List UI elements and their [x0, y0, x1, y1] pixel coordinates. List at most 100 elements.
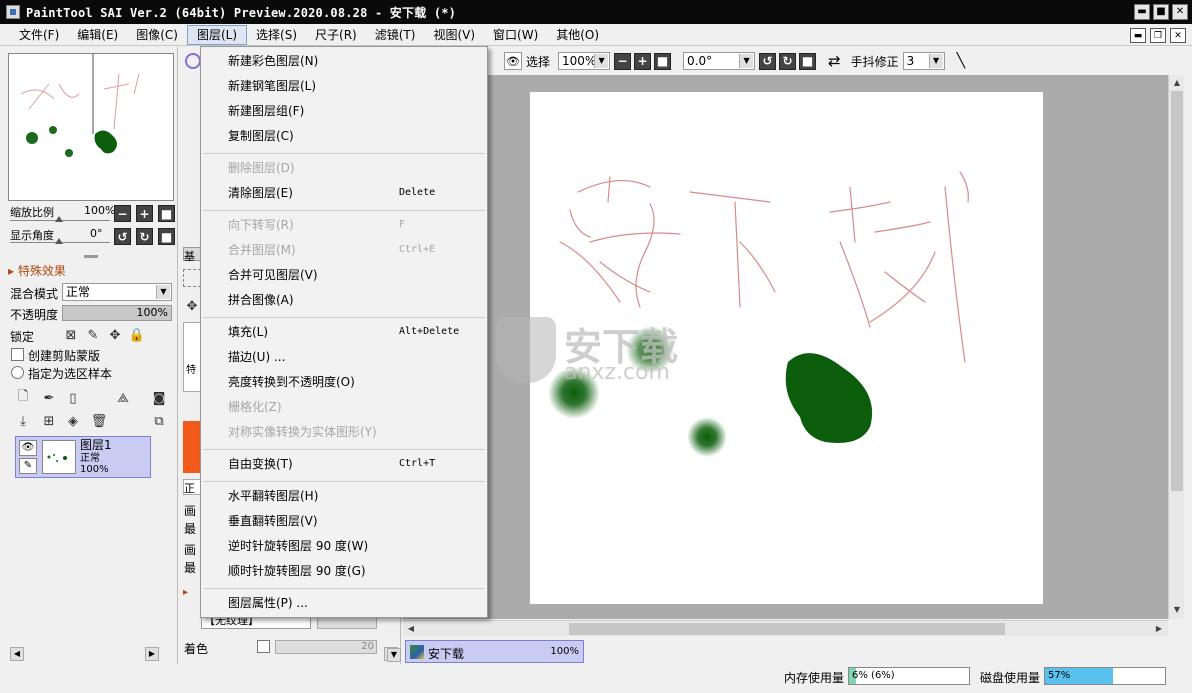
copy-layer-icon[interactable]: ⊞ [40, 412, 58, 430]
color-checkbox[interactable] [257, 640, 270, 653]
mask-icon[interactable]: ◙ [150, 389, 168, 407]
menuitem-flip-vertical[interactable]: 垂直翻转图层(V) [201, 510, 487, 532]
opacity-slider[interactable]: 100% [62, 305, 172, 321]
eye-icon[interactable]: 👁 [504, 52, 522, 70]
trash-icon[interactable]: 🗑 [90, 412, 108, 430]
clear-layer-icon[interactable]: ◈ [64, 412, 82, 430]
zoom-reset-button[interactable]: ■ [158, 205, 175, 222]
zoom-slider-thumb[interactable] [55, 216, 63, 222]
menu-ruler[interactable]: 尺子(R) [306, 25, 366, 45]
color-swatch[interactable] [183, 421, 201, 473]
zoom-select[interactable]: 100% ▼ [558, 52, 611, 70]
horizontal-scrollbar[interactable]: ◀ ▶ [403, 620, 1168, 636]
vertical-scrollbar[interactable]: ▲ ▼ [1168, 75, 1184, 619]
zoom-reset-button[interactable]: ■ [654, 52, 672, 70]
new-pen-layer-icon[interactable]: ✒ [40, 389, 58, 407]
maximize-button[interactable]: ■ [1153, 4, 1169, 20]
selection-sample-radio[interactable] [11, 366, 24, 379]
menu-filter[interactable]: 滤镜(T) [366, 25, 425, 45]
menu-select[interactable]: 选择(S) [247, 25, 306, 45]
menu-other[interactable]: 其他(O) [547, 25, 608, 45]
effects-header[interactable]: ▸ 特殊效果 [8, 262, 66, 279]
document-tab[interactable]: 安下载 100% [405, 640, 584, 663]
symmetry-icon[interactable]: ⟁ [114, 389, 132, 407]
color-slider[interactable]: 20 [275, 640, 377, 654]
lock-transparency-icon[interactable]: ⊠ [62, 326, 80, 344]
doc-list-toggle-icon[interactable]: ▼ [387, 648, 401, 662]
rotate-cw-button[interactable]: ↻ [779, 52, 797, 70]
mdi-restore-icon[interactable]: ❐ [1150, 28, 1166, 43]
angle-slider-thumb[interactable] [55, 238, 63, 244]
stabilizer-select[interactable]: 3 ▼ [902, 52, 945, 70]
lock-move-icon[interactable]: ✥ [106, 326, 124, 344]
menuitem-new-color-layer[interactable]: 新建彩色图层(N) [201, 50, 487, 72]
flip-horizontal-icon[interactable]: ⇄ [828, 52, 841, 70]
canvas-paper[interactable]: 安下载 anxz.com [496, 92, 1043, 604]
mdi-close-icon[interactable]: ✕ [1170, 28, 1186, 43]
expand-arrow-icon[interactable]: ▸ [183, 587, 188, 598]
brush-mode-partial[interactable]: 正 [183, 479, 201, 495]
pen-icon[interactable]: ✎ [19, 458, 37, 474]
zoom-in-button[interactable]: + [634, 52, 652, 70]
blend-mode-select[interactable]: 正常 ▼ [62, 283, 172, 301]
scroll-down-icon[interactable]: ▼ [1170, 603, 1184, 617]
angle-select[interactable]: 0.0° ▼ [683, 52, 756, 70]
menu-file[interactable]: 文件(F) [10, 25, 68, 45]
zoom-out-button[interactable]: − [614, 52, 632, 70]
menuitem-fill[interactable]: 填充(L) Alt+Delete [201, 321, 487, 343]
scroll-left-icon[interactable]: ◀ [10, 647, 24, 661]
menuitem-new-pen-layer[interactable]: 新建钢笔图层(L) [201, 75, 487, 97]
tab-partial[interactable]: 基 [183, 247, 201, 263]
menu-view[interactable]: 视图(V) [424, 25, 484, 45]
mdi-minimize-icon[interactable]: ▬ [1130, 28, 1146, 43]
zoom-in-button[interactable]: + [136, 205, 153, 222]
new-layer-group-icon[interactable]: ▯ [64, 389, 82, 407]
menuitem-stroke[interactable]: 描边(U) ... [201, 346, 487, 368]
scroll-right-icon[interactable]: ▶ [1152, 622, 1166, 636]
scroll-right-icon[interactable]: ▶ [145, 647, 159, 661]
new-color-layer-icon[interactable]: 🗋 [14, 389, 32, 407]
add-mask-icon[interactable]: ⧉ [150, 412, 168, 430]
menuitem-flatten-image[interactable]: 拼合图像(A) [201, 289, 487, 311]
chevron-down-icon: ▼ [156, 285, 170, 299]
rotate-cw-button[interactable]: ↻ [136, 228, 153, 245]
menuitem-rotate-ccw-90[interactable]: 逆时针旋转图层 90 度(W) [201, 535, 487, 557]
lock-paint-icon[interactable]: ✎ [84, 326, 102, 344]
scroll-left-icon[interactable]: ◀ [404, 622, 418, 636]
lasso-tool-icon[interactable] [185, 53, 201, 69]
menu-image[interactable]: 图像(C) [127, 25, 187, 45]
lock-all-icon[interactable]: 🔒 [128, 326, 146, 344]
menuitem-flip-horizontal[interactable]: 水平翻转图层(H) [201, 485, 487, 507]
menuitem-rotate-cw-90[interactable]: 顺时针旋转图层 90 度(G) [201, 560, 487, 582]
menuitem-free-transform[interactable]: 自由变换(T) Ctrl+T [201, 453, 487, 475]
scroll-up-icon[interactable]: ▲ [1170, 76, 1184, 90]
minimize-button[interactable]: ▬ [1134, 4, 1150, 20]
menuitem-layer-properties[interactable]: 图层属性(P) ... [201, 592, 487, 614]
menuitem-new-layer-group[interactable]: 新建图层组(F) [201, 100, 487, 122]
rotate-ccw-button[interactable]: ↺ [759, 52, 777, 70]
select-rect-icon[interactable] [183, 269, 201, 287]
merge-down-icon[interactable]: ⤓ [14, 412, 32, 430]
canvas-area[interactable]: 安下载 anxz.com [403, 75, 1168, 619]
rotate-reset-button[interactable]: ■ [799, 52, 817, 70]
menuitem-merge-visible[interactable]: 合并可见图层(V) [201, 264, 487, 286]
panel-splitter[interactable] [84, 255, 98, 258]
eye-icon[interactable]: 👁 [19, 440, 37, 456]
menuitem-clear-layer[interactable]: 清除图层(E) Delete [201, 182, 487, 204]
move-tool-icon[interactable]: ✥ [183, 297, 201, 315]
vertical-scroll-thumb[interactable] [1171, 91, 1183, 491]
rotate-reset-button[interactable]: ■ [158, 228, 175, 245]
menu-edit[interactable]: 编辑(E) [68, 25, 127, 45]
menu-window[interactable]: 窗口(W) [484, 25, 547, 45]
rotate-ccw-button[interactable]: ↺ [114, 228, 131, 245]
clipping-mask-checkbox[interactable] [11, 348, 24, 361]
horizontal-scroll-thumb[interactable] [569, 623, 1005, 635]
close-button[interactable]: ✕ [1172, 4, 1188, 20]
line-tool-icon[interactable]: ╲ [957, 53, 965, 69]
menuitem-luminance-to-opacity[interactable]: 亮度转换到不透明度(O) [201, 371, 487, 393]
layer-item[interactable]: 👁 ✎ 图层1 正常 100% [15, 436, 151, 478]
navigator-preview[interactable] [8, 53, 174, 201]
menu-layer[interactable]: 图层(L) [186, 24, 248, 45]
zoom-out-button[interactable]: − [114, 205, 131, 222]
menuitem-duplicate-layer[interactable]: 复制图层(C) [201, 125, 487, 147]
